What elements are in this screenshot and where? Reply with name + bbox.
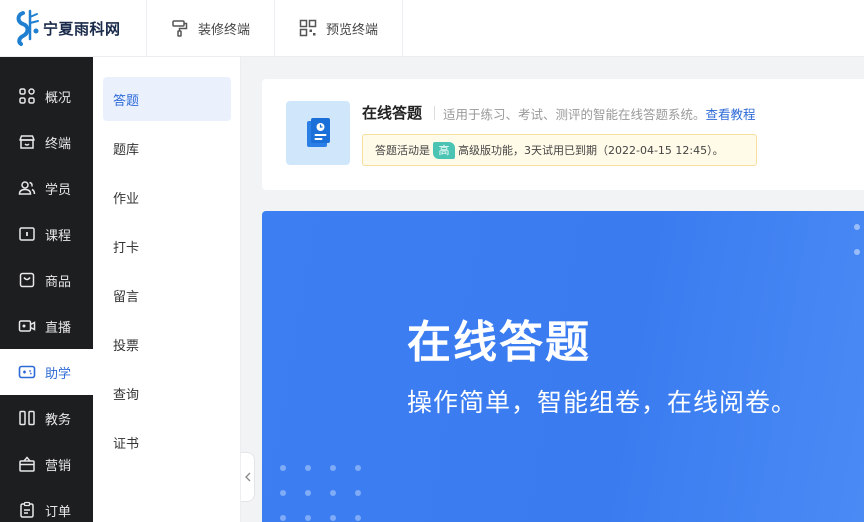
- dot: [330, 515, 336, 521]
- dot: [330, 465, 336, 471]
- subnav-item-voting[interactable]: 投票: [103, 322, 231, 366]
- logo-text: 宁夏雨科网: [43, 19, 121, 38]
- trial-expired-notice: 答题活动是 高 高级版功能，3天试用已到期（2022-04-15 12:45）。: [362, 134, 757, 166]
- sidebar-item-orders[interactable]: 订单: [0, 487, 93, 522]
- app-description-text: 适用于练习、考试、测评的智能在线答题系统。: [443, 107, 706, 122]
- dashboard-grid-icon: [17, 87, 36, 106]
- tab-preview-terminal[interactable]: 预览终端: [275, 0, 404, 56]
- gift-icon: [17, 455, 36, 474]
- notice-prefix: 答题活动是: [375, 144, 430, 157]
- app-description: 适用于练习、考试、测评的智能在线答题系统。查看教程: [443, 104, 756, 123]
- premium-badge: 高: [433, 141, 455, 159]
- sidebar-item-students[interactable]: 学员: [0, 165, 93, 211]
- course-screen-icon: [17, 225, 36, 244]
- banner-title: 在线答题: [407, 317, 591, 368]
- bag-icon: [17, 271, 36, 290]
- collapse-sidebar-button[interactable]: [241, 452, 255, 502]
- dot: [355, 490, 361, 496]
- book-columns-icon: [17, 409, 36, 428]
- app-info-card: 在线答题 适用于练习、考试、测评的智能在线答题系统。查看教程 答题活动是 高 高…: [262, 79, 864, 190]
- sub-sidebar: 答题 题库 作业 打卡 留言 投票 查询 证书: [93, 57, 241, 522]
- dot: [355, 515, 361, 521]
- subnav-item-query[interactable]: 查询: [103, 371, 231, 415]
- dot: [280, 515, 286, 521]
- storefront-icon: [17, 133, 36, 152]
- main-sidebar: 概况 终端 学员 课程 商品 直播 助学 教务 营销 订单: [0, 57, 93, 522]
- dot: [305, 465, 311, 471]
- sidebar-item-terminal[interactable]: 终端: [0, 119, 93, 165]
- subnav-item-checkin[interactable]: 打卡: [103, 224, 231, 268]
- dot: [280, 490, 286, 496]
- sidebar-item-label: 终端: [45, 136, 72, 152]
- chevron-left-icon: [244, 472, 250, 482]
- sidebar-item-label: 课程: [45, 228, 72, 244]
- tab-preview-terminal-label: 预览终端: [326, 22, 379, 38]
- sidebar-item-label: 直播: [45, 320, 72, 336]
- sidebar-item-label: 营销: [45, 458, 72, 474]
- quiz-app-icon: [286, 101, 350, 165]
- sidebar-item-label: 订单: [45, 504, 72, 520]
- subnav-item-quiz[interactable]: 答题: [103, 77, 231, 121]
- notice-suffix: 高级版功能，3天试用已到期（2022-04-15 12:45）。: [458, 144, 724, 157]
- sidebar-item-academic[interactable]: 教务: [0, 395, 93, 441]
- dot: [280, 465, 286, 471]
- view-tutorial-link[interactable]: 查看教程: [706, 107, 756, 122]
- sidebar-item-label: 教务: [45, 412, 72, 428]
- title-divider: [434, 106, 435, 120]
- sidebar-item-label: 助学: [45, 366, 72, 382]
- gamepad-icon: [17, 363, 36, 382]
- paint-roller-icon: [172, 20, 188, 37]
- sidebar-item-overview[interactable]: 概况: [0, 73, 93, 119]
- sidebar-item-label: 学员: [45, 182, 72, 198]
- sidebar-item-live[interactable]: 直播: [0, 303, 93, 349]
- dot: [305, 490, 311, 496]
- logo[interactable]: 宁夏雨科网: [0, 0, 147, 56]
- dot: [854, 249, 860, 255]
- dot: [355, 465, 361, 471]
- feature-banner: 在线答题 操作简单，智能组卷，在线阅卷。: [262, 211, 864, 522]
- subnav-item-messages[interactable]: 留言: [103, 273, 231, 317]
- top-header: 宁夏雨科网 装修终端 预览终端: [0, 0, 864, 57]
- banner-subtitle: 操作简单，智能组卷，在线阅卷。: [407, 388, 798, 417]
- clipboard-icon: [17, 501, 36, 520]
- sidebar-item-marketing[interactable]: 营销: [0, 441, 93, 487]
- tab-decorate-terminal-label: 装修终端: [198, 22, 251, 38]
- users-icon: [17, 179, 36, 198]
- sidebar-item-label: 商品: [45, 274, 72, 290]
- logo-mark-icon: [16, 9, 39, 46]
- subnav-item-homework[interactable]: 作业: [103, 175, 231, 219]
- qr-code-icon: [299, 19, 317, 37]
- app-title: 在线答题: [362, 104, 423, 122]
- sidebar-item-products[interactable]: 商品: [0, 257, 93, 303]
- dot: [854, 224, 860, 230]
- dot: [330, 490, 336, 496]
- sidebar-item-study-aid[interactable]: 助学: [0, 349, 93, 395]
- tab-decorate-terminal[interactable]: 装修终端: [147, 0, 276, 56]
- subnav-item-certificate[interactable]: 证书: [103, 420, 231, 464]
- subnav-item-question-bank[interactable]: 题库: [103, 126, 231, 170]
- sidebar-item-courses[interactable]: 课程: [0, 211, 93, 257]
- sidebar-item-label: 概况: [45, 90, 72, 106]
- video-camera-icon: [17, 317, 36, 336]
- dot: [305, 515, 311, 521]
